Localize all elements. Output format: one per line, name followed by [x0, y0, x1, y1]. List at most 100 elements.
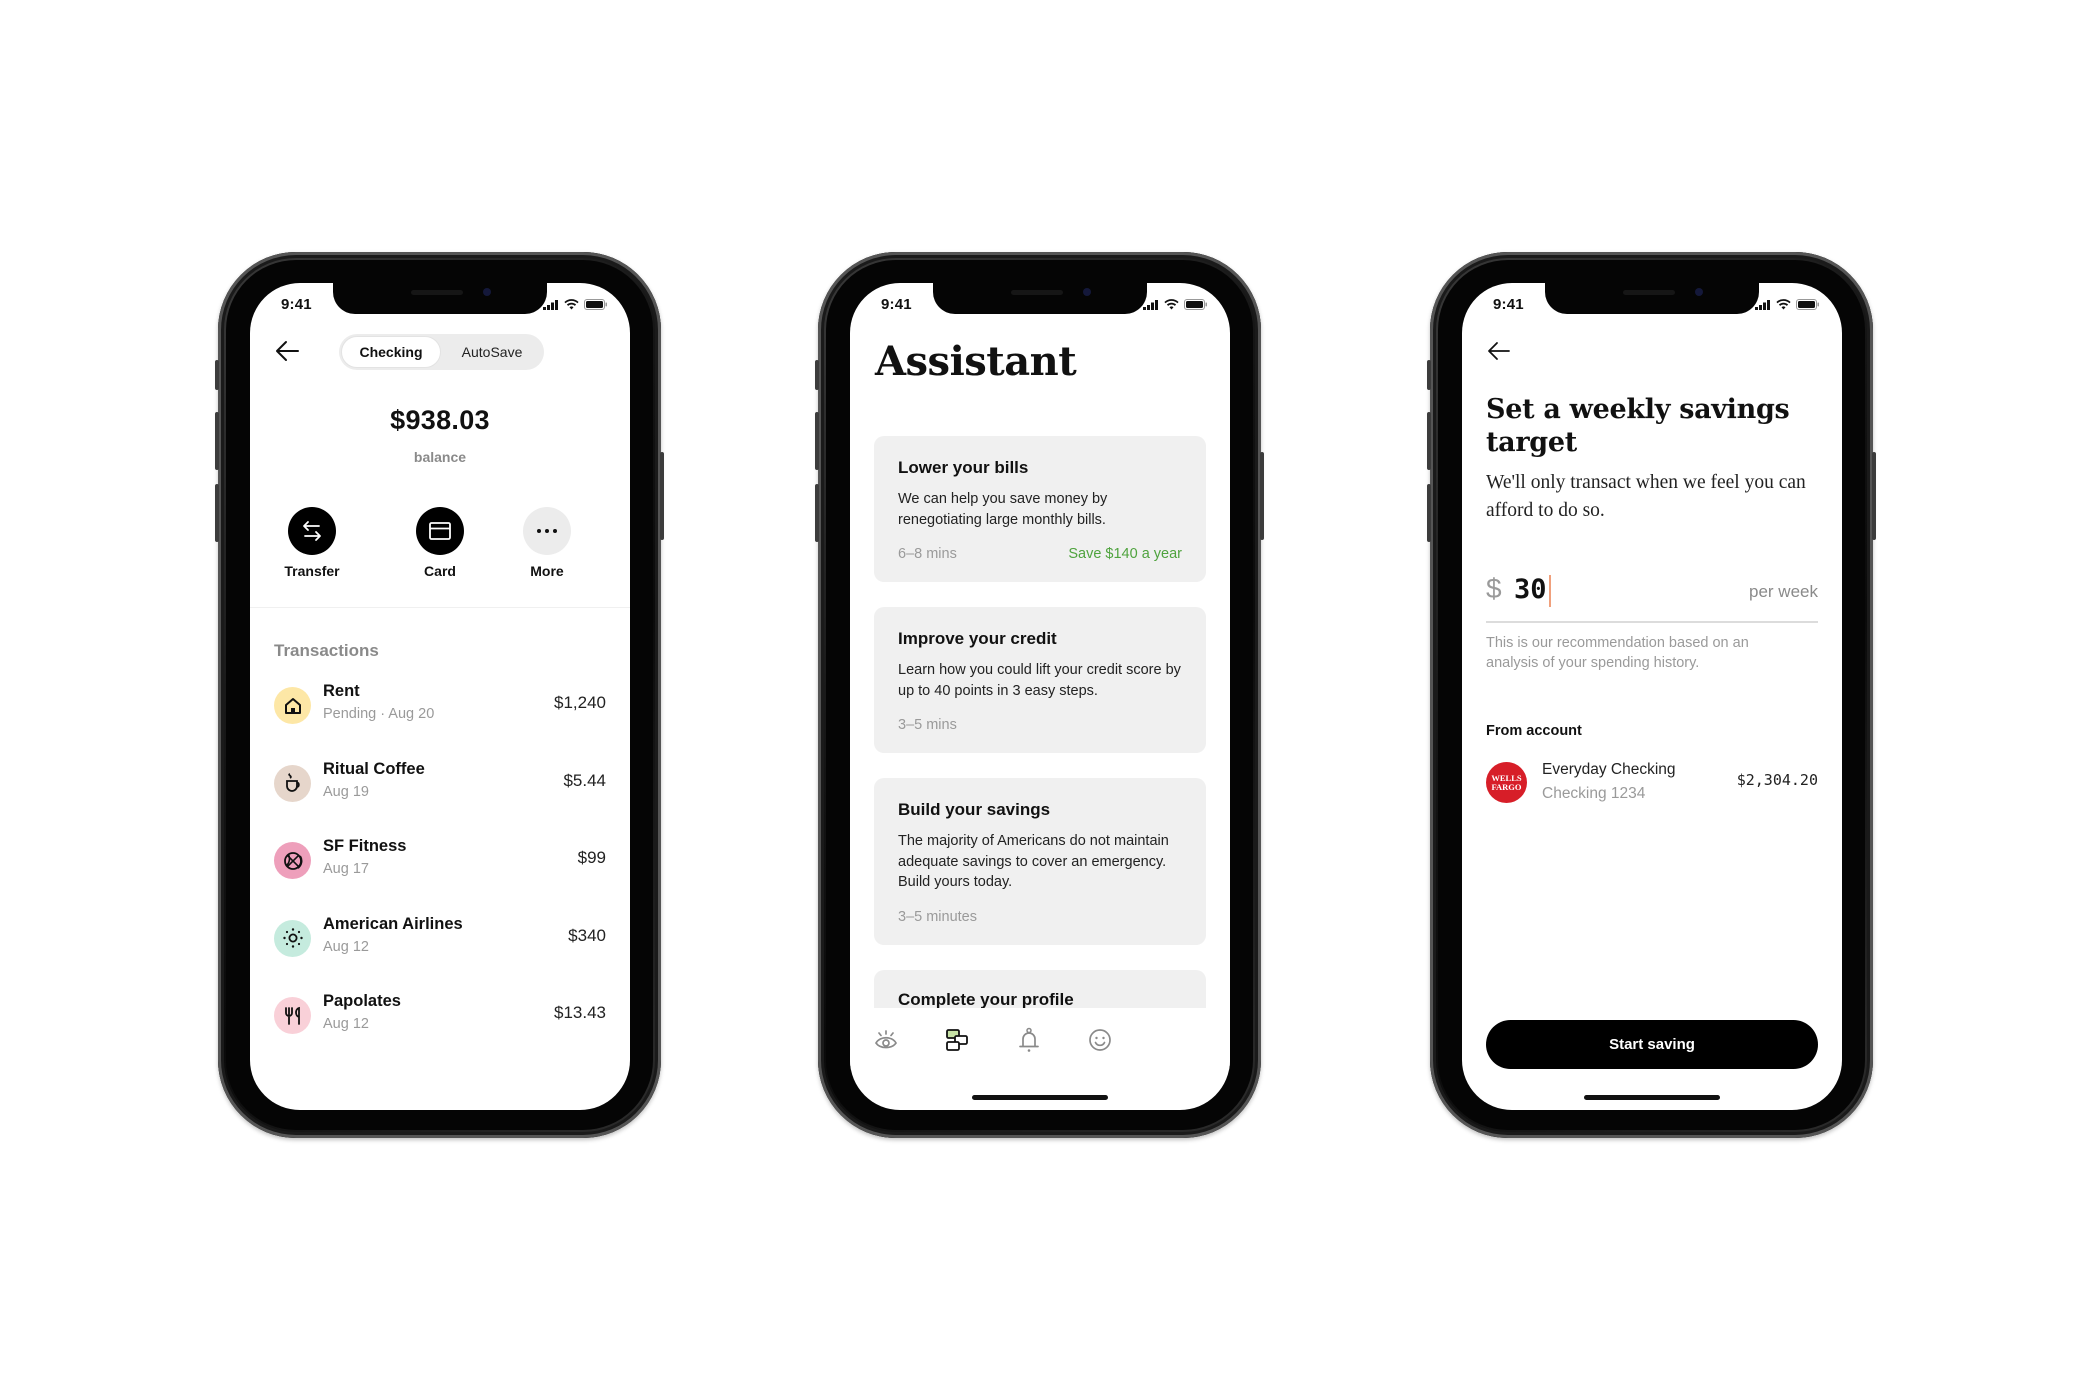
card-label: Card: [424, 563, 456, 579]
from-account-label: From account: [1486, 723, 1582, 739]
power-button: [1872, 452, 1876, 540]
transaction-amount: $99: [577, 848, 606, 867]
transfer-button[interactable]: Transfer: [267, 507, 357, 579]
screen: 9:41 Set a weekly savings target We'll o…: [1462, 283, 1842, 1110]
cellular-signal-icon: [1143, 299, 1158, 310]
transfer-label: Transfer: [284, 563, 340, 579]
transaction-date: Aug 12: [323, 1016, 369, 1032]
bottom-tab-bar: [850, 1008, 1230, 1070]
account-segmented-control: Checking AutoSave: [339, 334, 544, 370]
card-duration: 3–5 mins: [898, 717, 957, 733]
transaction-amount: $5.44: [563, 770, 606, 790]
status-bar: 9:41: [850, 296, 1230, 316]
transaction-icon-badge: [274, 842, 311, 879]
assistant-cards: Lower your bills We can help you save mo…: [874, 436, 1206, 1055]
card-title: Lower your bills: [898, 458, 1029, 477]
status-time: 9:41: [881, 296, 912, 313]
assistant-card[interactable]: Improve your credit Learn how you could …: [874, 607, 1206, 753]
assistant-card[interactable]: Build your savings The majority of Ameri…: [874, 778, 1206, 945]
transaction-name: SF Fitness: [323, 837, 407, 855]
volume-up-button: [815, 412, 819, 470]
more-dots-icon: [537, 529, 557, 533]
transaction-row[interactable]: Ritual Coffee Aug 19 $5.44: [250, 755, 630, 833]
recommendation-note: This is our recommendation based on an a…: [1486, 635, 1749, 671]
screen: 9:41 Assistant Lower your bills We can h…: [850, 283, 1230, 1110]
tab-insights[interactable]: [868, 1022, 904, 1058]
mute-switch: [815, 360, 819, 390]
back-arrow-icon[interactable]: [1486, 340, 1512, 362]
transaction-amount: $340: [568, 925, 606, 945]
mute-switch: [215, 360, 219, 390]
transaction-date: Aug 17: [323, 861, 369, 877]
card-title: Build your savings: [898, 800, 1051, 819]
segment-autosave[interactable]: AutoSave: [443, 336, 541, 368]
transaction-date: Aug 19: [323, 783, 369, 800]
card-title: Improve your credit: [898, 629, 1057, 648]
card-body: Learn how you could lift your credit sco…: [898, 662, 1181, 699]
status-bar: 9:41: [1462, 296, 1842, 316]
page-subtitle: We'll only transact when we feel you can…: [1486, 472, 1806, 521]
transaction-amount: $13.43: [554, 1003, 606, 1022]
screen: 9:41 Checking AutoSave $938.03 balance T…: [250, 283, 630, 1110]
account-number: Checking 1234: [1542, 785, 1646, 802]
transaction-name: Papolates: [323, 992, 401, 1010]
house-icon: [284, 697, 301, 714]
transaction-name: American Airlines: [323, 914, 463, 933]
amount-underline: [1486, 621, 1818, 623]
phone-savings-screen: 9:41 Set a weekly savings target We'll o…: [1427, 252, 1876, 1138]
transaction-name: Rent: [323, 682, 360, 700]
volume-down-button: [1427, 484, 1431, 542]
cellular-signal-icon: [1755, 299, 1770, 310]
sun-icon: [282, 928, 303, 948]
transaction-amount: $1,240: [554, 693, 606, 712]
transaction-date: Aug 12: [323, 938, 369, 955]
source-account-row[interactable]: WELLS FARGO Everyday Checking Checking 12…: [1486, 759, 1818, 807]
back-arrow-icon[interactable]: [274, 339, 300, 363]
wifi-icon: [564, 299, 579, 310]
battery-icon: [1184, 299, 1207, 310]
transaction-icon-badge: [274, 919, 311, 957]
mute-switch: [1427, 360, 1431, 390]
home-indicator: [972, 1095, 1108, 1100]
account-balance: $2,304.20: [1736, 771, 1818, 789]
basketball-icon: [283, 851, 302, 870]
section-divider: [250, 607, 630, 608]
volume-up-button: [215, 412, 219, 470]
volume-up-button: [1427, 412, 1431, 470]
eye-icon: [875, 1030, 897, 1049]
start-saving-button[interactable]: Start saving: [1486, 1020, 1818, 1069]
transaction-icon-badge: [274, 997, 311, 1034]
card-icon: [429, 522, 451, 540]
amount-input[interactable]: 30: [1514, 574, 1547, 605]
transaction-row[interactable]: SF Fitness Aug 17 $99: [250, 832, 630, 910]
cards-stack-icon: [946, 1029, 968, 1051]
transaction-row[interactable]: American Airlines Aug 12 $340: [250, 910, 630, 988]
account-name: Everyday Checking: [1542, 761, 1676, 778]
battery-icon: [584, 299, 607, 310]
phone-account-screen: 9:41 Checking AutoSave $938.03 balance T…: [215, 252, 664, 1138]
battery-icon: [1796, 299, 1819, 310]
assistant-card[interactable]: Lower your bills We can help you save mo…: [874, 436, 1206, 582]
tab-notifications[interactable]: [1011, 1022, 1047, 1058]
card-body: We can help you save money by renegotiat…: [898, 491, 1108, 528]
segment-checking[interactable]: Checking: [341, 336, 441, 368]
transaction-row[interactable]: Papolates Aug 12 $13.43: [250, 987, 630, 1065]
transactions-heading: Transactions: [274, 641, 379, 660]
page-title: Assistant: [875, 338, 1077, 385]
text-caret: [1549, 575, 1551, 607]
weekly-amount-field[interactable]: $ 30 per week: [1486, 573, 1818, 613]
more-button[interactable]: More: [502, 507, 592, 579]
power-button: [1260, 452, 1264, 540]
card-body: The majority of Americans do not maintai…: [898, 833, 1169, 890]
transactions-list: Rent Pending · Aug 20 $1,240 Ritual Coff…: [250, 677, 630, 1065]
card-button[interactable]: Card: [395, 507, 485, 579]
more-label: More: [530, 563, 564, 579]
transaction-row[interactable]: Rent Pending · Aug 20 $1,240: [250, 677, 630, 755]
status-time: 9:41: [1493, 296, 1524, 313]
status-time: 9:41: [281, 296, 312, 313]
home-indicator: [1584, 1095, 1720, 1100]
card-title: Complete your profile: [898, 989, 1074, 1009]
tab-profile[interactable]: [1082, 1022, 1118, 1058]
tab-assistant[interactable]: [939, 1022, 975, 1058]
card-duration: 6–8 mins: [898, 546, 957, 562]
